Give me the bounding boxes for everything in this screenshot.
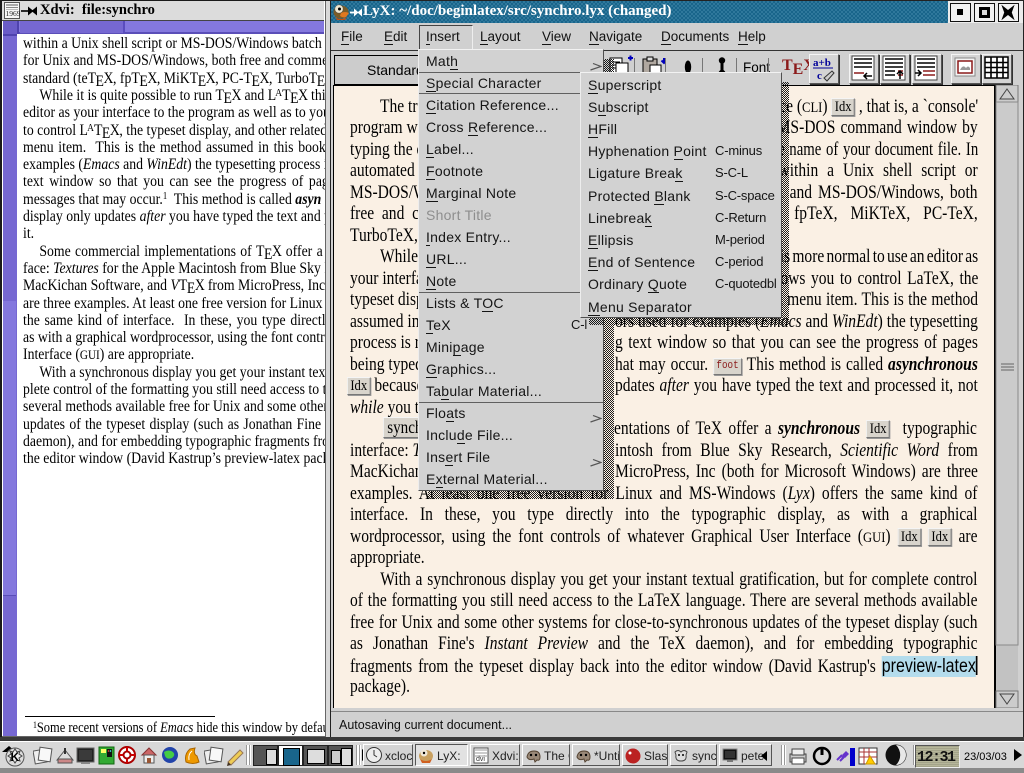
svg-text:dvi: dvi: [476, 756, 485, 763]
svg-text:a+b: a+b: [813, 57, 831, 69]
svg-text:K: K: [11, 750, 20, 764]
svg-text:1969: 1969: [6, 9, 21, 18]
svg-text:c: c: [817, 70, 822, 82]
